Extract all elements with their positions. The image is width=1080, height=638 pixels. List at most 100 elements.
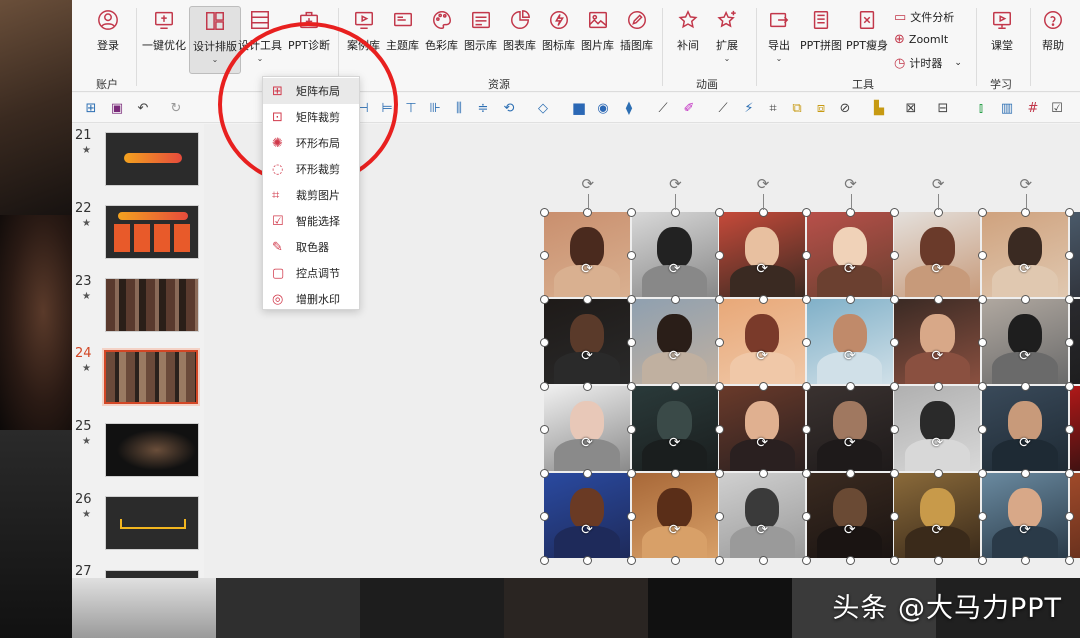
pipette-icon[interactable]: ⟋ — [714, 99, 732, 117]
photo-cell[interactable]: ⟳ — [982, 299, 1068, 384]
resize-handle[interactable] — [539, 294, 549, 304]
resize-handle[interactable] — [977, 294, 987, 304]
photo-cell[interactable]: ⟳ — [982, 473, 1068, 558]
redo-icon[interactable]: ↻ — [167, 99, 185, 117]
photo-cell[interactable]: ⟳ — [806, 473, 893, 558]
ppt-slim-button[interactable]: PPT瘦身 — [846, 8, 888, 53]
resize-handle[interactable] — [714, 381, 724, 391]
rotate-handle-icon[interactable]: ⟳ — [578, 434, 596, 452]
rotate-handle-icon[interactable]: ⟳ — [666, 521, 684, 539]
resize-handle[interactable] — [977, 555, 987, 565]
grid-icon[interactable]: # — [1024, 99, 1042, 117]
resize-handle[interactable] — [977, 338, 987, 347]
photo-cell[interactable]: ⟳ — [544, 299, 630, 384]
expand-button[interactable]: 扩展 ⌄ — [715, 8, 739, 63]
image-lib-button[interactable]: 图片库 — [581, 8, 614, 53]
rotate-handle-icon[interactable]: ⟳ — [1016, 260, 1034, 278]
resize-handle[interactable] — [802, 294, 812, 304]
resize-handle[interactable] — [933, 555, 943, 565]
export-button[interactable]: 导出 ⌄ — [767, 8, 791, 63]
resize-handle[interactable] — [802, 555, 812, 565]
merge-shapes-icon[interactable]: ⊘ — [836, 99, 854, 117]
menu-item-crop-image[interactable]: ⌗ 裁剪图片 — [263, 182, 359, 208]
resize-handle[interactable] — [1021, 381, 1031, 391]
circle-icon[interactable]: ◉ — [594, 99, 612, 117]
slide-thumbnail[interactable] — [105, 132, 199, 186]
resize-handle[interactable] — [627, 555, 637, 565]
illustration-lib-button[interactable]: 插图库 — [620, 8, 653, 53]
resize-handle[interactable] — [539, 555, 549, 565]
photo-cell[interactable]: ⟳ — [631, 473, 718, 558]
menu-item-color-picker[interactable]: ✎ 取色器 — [263, 234, 359, 260]
timer-button[interactable]: ◷ 计时器 ⌄ — [894, 55, 962, 71]
resize-handle[interactable] — [889, 468, 899, 478]
align-bars-icon[interactable]: ⫾ — [972, 99, 990, 117]
resize-handle[interactable] — [539, 381, 549, 391]
resize-handle[interactable] — [889, 381, 899, 391]
magic-wand-icon[interactable]: ⚡ — [740, 99, 758, 117]
resize-handle[interactable] — [670, 294, 680, 304]
photo-cell[interactable]: ⟳ — [806, 212, 893, 297]
rotate-handle-icon[interactable]: ⟳ — [578, 521, 596, 539]
resize-handle[interactable] — [714, 294, 724, 304]
menu-item-matrix-crop[interactable]: ⊡ 矩阵裁剪 — [263, 104, 359, 130]
resize-handle[interactable] — [933, 381, 943, 391]
photo-cell[interactable]: ⟳ — [894, 212, 981, 297]
photo-cell[interactable]: ⟳ — [631, 299, 718, 384]
resize-handle[interactable] — [539, 207, 549, 217]
rotate-handle-icon[interactable]: ⟳ — [928, 174, 948, 194]
login-button[interactable]: 登录 — [96, 8, 120, 53]
slide-thumbnail[interactable] — [105, 496, 199, 550]
resize-handle[interactable] — [889, 251, 899, 260]
chart-lib-button[interactable]: 图表库 — [503, 8, 536, 53]
zoomit-button[interactable]: ⊕ ZoomIt — [894, 32, 948, 47]
slide-thumbnail-current[interactable] — [102, 348, 200, 406]
photo-cell[interactable]: ⟳ — [631, 386, 718, 471]
resize-handle[interactable] — [583, 555, 593, 565]
photo-cell[interactable]: ⟳ — [544, 473, 630, 558]
resize-handle[interactable] — [627, 207, 637, 217]
menu-item-matrix-layout[interactable]: ⊞ 矩阵布局 — [263, 78, 359, 104]
photo-cell[interactable]: ⟳ — [806, 299, 893, 384]
resize-handle[interactable] — [714, 251, 724, 260]
fill-square-icon[interactable]: ■ — [570, 99, 588, 117]
resize-handle[interactable] — [714, 512, 724, 521]
rotate-handle-icon[interactable]: ⟳ — [578, 260, 596, 278]
menu-item-ring-crop[interactable]: ◌ 环形裁剪 — [263, 156, 359, 182]
resize-handle[interactable] — [889, 338, 899, 347]
resize-handle[interactable] — [846, 468, 856, 478]
rotate-handle-icon[interactable]: ⟳ — [841, 521, 859, 539]
distribute-h-icon[interactable]: ⊪ — [426, 99, 444, 117]
photo-cell[interactable]: ⟳ — [719, 386, 806, 471]
text-icon[interactable]: ⊠ — [902, 99, 920, 117]
resize-handle[interactable] — [539, 512, 549, 521]
bar-chart-icon[interactable]: ▥ — [998, 99, 1016, 117]
photo-cell[interactable]: ⟳ — [806, 386, 893, 471]
menu-item-handle-adjust[interactable]: ▢ 控点调节 — [263, 260, 359, 286]
resize-handle[interactable] — [627, 468, 637, 478]
photo-cell[interactable]: ⟳ — [982, 212, 1068, 297]
photo-cell[interactable]: ⟳ — [544, 212, 630, 297]
rotate-handle-icon[interactable]: ⟳ — [665, 174, 685, 194]
resize-handle[interactable] — [846, 381, 856, 391]
crop-icon[interactable]: ⌗ — [764, 99, 782, 117]
slide-thumbnail[interactable] — [105, 205, 199, 259]
rotate-handle-icon[interactable]: ⟳ — [578, 347, 596, 365]
align-middle-icon[interactable]: ≑ — [474, 99, 492, 117]
resize-handle[interactable] — [977, 207, 987, 217]
resize-handle[interactable] — [977, 468, 987, 478]
resize-handle[interactable] — [1065, 468, 1075, 478]
resize-handle[interactable] — [1021, 294, 1031, 304]
resize-handle[interactable] — [1065, 555, 1075, 565]
resize-handle[interactable] — [670, 555, 680, 565]
rotate-handle-icon[interactable]: ⟳ — [841, 174, 861, 194]
resize-handle[interactable] — [583, 468, 593, 478]
photo-cell[interactable]: ⟳ — [719, 299, 806, 384]
resize-handle[interactable] — [889, 425, 899, 434]
color-fill-icon[interactable]: ▙ — [870, 99, 888, 117]
resize-handle[interactable] — [1065, 207, 1075, 217]
resize-handle[interactable] — [802, 207, 812, 217]
menu-item-watermark[interactable]: ◎ 增删水印 — [263, 286, 359, 312]
photo-cell[interactable]: ⟳ — [719, 473, 806, 558]
align-top-icon[interactable]: ⊤ — [402, 99, 420, 117]
